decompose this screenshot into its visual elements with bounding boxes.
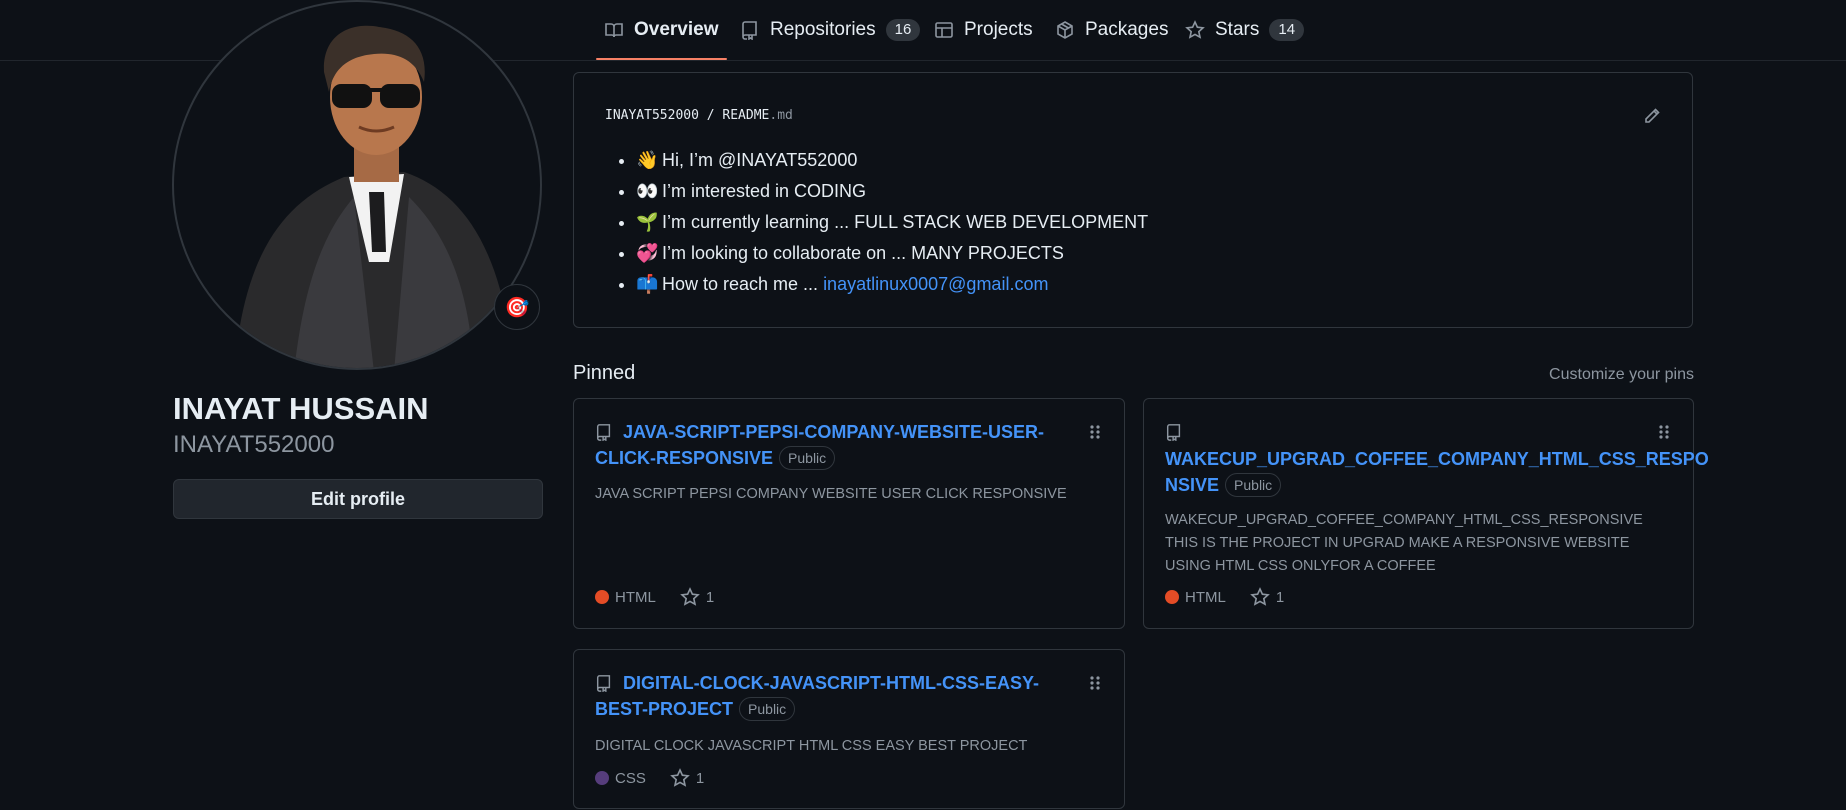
- repo-title: WAKECUP_UPGRAD_COFFEE_COMPANY_HTML_CSS_R…: [1165, 446, 1709, 498]
- edit-profile-button[interactable]: Edit profile: [173, 479, 543, 519]
- drag-handle-icon[interactable]: [1088, 423, 1102, 441]
- tab-repositories[interactable]: Repositories 16: [740, 0, 921, 59]
- tab-packages[interactable]: Packages: [1055, 0, 1168, 59]
- repo-icon: [742, 20, 757, 40]
- repo-description: WAKECUP_UPGRAD_COFFEE_COMPANY_HTML_CSS_R…: [1165, 512, 1643, 574]
- eyes-icon: 👀: [636, 181, 659, 201]
- repo-title: JAVA-SCRIPT-PEPSI-COMPANY-WEBSITE-USER-C…: [595, 419, 1065, 471]
- avatar-container: 🎯: [172, 0, 544, 372]
- star-icon: [1185, 19, 1205, 39]
- mailbox-icon: 📫: [636, 274, 659, 294]
- language-color-dot: [1165, 590, 1179, 604]
- repo-meta: HTML 1: [1165, 587, 1284, 607]
- repo-language: CSS: [615, 769, 646, 787]
- repo-stars-link[interactable]: 1: [669, 768, 705, 788]
- waving-hand-icon: 👋: [636, 150, 659, 170]
- repo-stars-link[interactable]: 1: [679, 587, 715, 607]
- list-item: 💞️I’m looking to collaborate on ... MANY…: [636, 238, 1148, 269]
- tab-projects-label: Projects: [964, 18, 1033, 40]
- drag-handle-icon[interactable]: [1657, 423, 1671, 441]
- email-link[interactable]: inayatlinux0007@gmail.com: [823, 274, 1048, 294]
- repo-star-count: 1: [695, 769, 705, 787]
- target-icon: 🎯: [504, 296, 530, 319]
- star-icon: [1249, 587, 1270, 606]
- stars-count-badge: 14: [1269, 18, 1305, 41]
- readme-box: INAYAT552000 / README.md 👋Hi, I’m @INAYA…: [573, 72, 1693, 328]
- visibility-badge: Public: [1225, 473, 1282, 497]
- tab-projects[interactable]: Projects: [934, 0, 1033, 59]
- tab-stars[interactable]: Stars 14: [1185, 0, 1305, 59]
- list-item: 👀I’m interested in CODING: [636, 176, 1148, 207]
- star-icon: [669, 768, 690, 787]
- avatar[interactable]: [172, 0, 542, 370]
- list-item: 🌱I’m currently learning ... FULL STACK W…: [636, 207, 1148, 238]
- pinned-repo-card: DIGITAL-CLOCK-JAVASCRIPT-HTML-CSS-EASY-B…: [573, 649, 1125, 809]
- readme-breadcrumb: INAYAT552000 / README.md: [605, 108, 793, 123]
- table-icon: [935, 21, 953, 38]
- seedling-icon: 🌱: [636, 212, 659, 232]
- repo-name-link[interactable]: DIGITAL-CLOCK-JAVASCRIPT-HTML-CSS-EASY-B…: [595, 673, 1039, 719]
- readme-file[interactable]: README: [722, 108, 769, 123]
- repo-description: JAVA SCRIPT PEPSI COMPANY WEBSITE USER C…: [595, 486, 1067, 502]
- customize-pins-link[interactable]: Customize your pins: [1549, 366, 1694, 384]
- readme-item-text: I’m currently learning ... FULL STACK WE…: [662, 212, 1149, 232]
- star-icon: [679, 587, 700, 606]
- repo-meta: CSS 1: [595, 768, 704, 788]
- repo-icon: [1166, 424, 1181, 441]
- readme-owner[interactable]: INAYAT552000: [605, 108, 699, 123]
- readme-separator: /: [706, 108, 715, 123]
- readme-item-text: Hi, I’m @INAYAT552000: [662, 150, 858, 170]
- readme-item-text: I’m interested in CODING: [662, 181, 867, 201]
- readme-item-text: How to reach me ...: [662, 274, 824, 294]
- list-item: 📫How to reach me ... inayatlinux0007@gma…: [636, 269, 1148, 300]
- repositories-count-badge: 16: [885, 18, 921, 41]
- tab-packages-label: Packages: [1085, 18, 1169, 40]
- visibility-badge: Public: [739, 697, 796, 721]
- tab-stars-label: Stars: [1215, 18, 1260, 40]
- tab-repositories-label: Repositories: [770, 18, 876, 40]
- profile-full-name: INAYAT HUSSAIN: [173, 391, 429, 426]
- pinned-repo-card: JAVA-SCRIPT-PEPSI-COMPANY-WEBSITE-USER-C…: [573, 398, 1125, 629]
- repo-stars-link[interactable]: 1: [1249, 587, 1285, 607]
- repo-star-count: 1: [1275, 588, 1285, 606]
- tab-overview[interactable]: Overview: [596, 0, 726, 60]
- repo-name-line2: NSIVE: [1165, 475, 1220, 495]
- repo-title: DIGITAL-CLOCK-JAVASCRIPT-HTML-CSS-EASY-B…: [595, 670, 1065, 722]
- tab-overview-label: Overview: [634, 18, 719, 40]
- readme-list: 👋Hi, I’m @INAYAT552000 👀I’m interested i…: [610, 145, 1148, 300]
- hearts-icon: 💞️: [636, 243, 659, 263]
- set-status-button[interactable]: 🎯: [494, 284, 540, 330]
- pinned-heading: Pinned: [573, 362, 636, 384]
- language-color-dot: [595, 590, 609, 604]
- repo-star-count: 1: [705, 588, 715, 606]
- book-icon: [605, 22, 623, 37]
- repo-language: HTML: [615, 588, 656, 606]
- package-icon: [1057, 20, 1073, 39]
- repo-meta: HTML 1: [595, 587, 714, 607]
- pinned-repo-card: WAKECUP_UPGRAD_COFFEE_COMPANY_HTML_CSS_R…: [1143, 398, 1709, 629]
- repo-language: HTML: [1185, 588, 1226, 606]
- repo-name-line1: WAKECUP_UPGRAD_COFFEE_COMPANY_HTML_CSS_R…: [1165, 449, 1709, 469]
- visibility-badge: Public: [779, 446, 836, 470]
- readme-item-text: I’m looking to collaborate on ... MANY P…: [662, 243, 1064, 263]
- edit-readme-button[interactable]: [1642, 106, 1662, 131]
- list-item: 👋Hi, I’m @INAYAT552000: [636, 145, 1148, 176]
- readme-ext: .md: [769, 108, 793, 123]
- profile-username: INAYAT552000: [173, 431, 335, 458]
- profile-photo: [234, 25, 514, 368]
- drag-handle-icon[interactable]: [1088, 674, 1102, 692]
- language-color-dot: [595, 771, 609, 785]
- pencil-icon: [1645, 108, 1660, 123]
- repo-description: DIGITAL CLOCK JAVASCRIPT HTML CSS EASY B…: [595, 738, 1028, 754]
